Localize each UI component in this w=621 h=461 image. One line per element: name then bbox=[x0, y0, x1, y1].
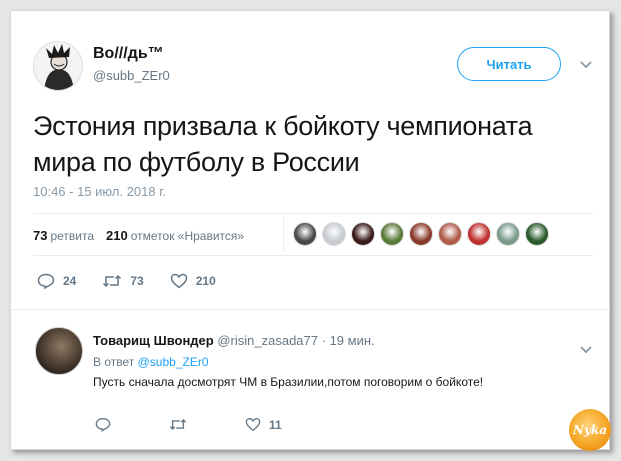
like-count: 210 bbox=[195, 274, 216, 288]
retweets-stat[interactable]: 73 ретвита bbox=[33, 228, 94, 243]
reply-avatar[interactable] bbox=[35, 327, 83, 375]
reply-count: 24 bbox=[63, 274, 77, 288]
like-button[interactable]: 11 bbox=[245, 417, 282, 432]
reply-actions: 11 bbox=[95, 417, 332, 432]
reply-icon bbox=[95, 418, 111, 432]
divider bbox=[283, 216, 284, 252]
reply-icon bbox=[37, 273, 55, 289]
engagement-stats: 73 ретвита 210 отметок «Нравится» bbox=[33, 224, 256, 246]
liker-avatar[interactable] bbox=[409, 222, 433, 246]
reply-tweet[interactable]: Товарищ Швондер @risin_zasada77 · 19 мин… bbox=[11, 309, 609, 449]
divider bbox=[33, 213, 593, 214]
reply-author-name[interactable]: Товарищ Швондер bbox=[93, 333, 214, 348]
liker-avatar[interactable] bbox=[293, 222, 317, 246]
liker-avatar[interactable] bbox=[351, 222, 375, 246]
heart-icon bbox=[245, 418, 261, 432]
in-reply-to: В ответ @subb_ZEr0 bbox=[93, 355, 209, 369]
follow-button[interactable]: Читать bbox=[457, 47, 561, 81]
author-handle[interactable]: @subb_ZEr0 bbox=[93, 68, 170, 83]
likes-stat[interactable]: 210 отметок «Нравится» bbox=[106, 228, 244, 243]
reply-button[interactable] bbox=[95, 417, 119, 432]
reply-time[interactable]: · 19 мин. bbox=[322, 333, 375, 348]
chevron-down-icon[interactable] bbox=[579, 60, 593, 70]
retweet-icon bbox=[103, 274, 122, 288]
likers-avatars bbox=[293, 222, 554, 246]
reply-author-handle[interactable]: @risin_zasada77 bbox=[217, 333, 318, 348]
author-name[interactable]: Во///дь™ bbox=[93, 45, 164, 63]
liker-avatar[interactable] bbox=[525, 222, 549, 246]
heart-icon bbox=[170, 273, 187, 289]
watermark-logo: Nyka bbox=[569, 409, 611, 451]
like-button[interactable]: 210 bbox=[170, 273, 216, 289]
retweet-button[interactable] bbox=[169, 418, 195, 431]
liker-avatar[interactable] bbox=[438, 222, 462, 246]
liker-avatar[interactable] bbox=[467, 222, 491, 246]
retweet-button[interactable]: 73 bbox=[102, 274, 144, 288]
reply-button[interactable]: 24 bbox=[37, 273, 76, 289]
author-avatar[interactable] bbox=[33, 41, 83, 91]
like-count: 11 bbox=[269, 417, 282, 432]
in-reply-handle-link[interactable]: @subb_ZEr0 bbox=[138, 355, 209, 369]
reply-text: Пусть сначала досмотрят ЧМ в Бразилии,по… bbox=[93, 375, 484, 389]
retweet-icon bbox=[169, 419, 187, 430]
reply-header: Товарищ Швондер @risin_zasada77 · 19 мин… bbox=[93, 333, 375, 348]
tweet-card: Во///дь™ @subb_ZEr0 Читать Эстония призв… bbox=[10, 10, 611, 451]
tweet-actions: 24 73 210 bbox=[37, 273, 242, 289]
liker-avatar[interactable] bbox=[496, 222, 520, 246]
tweet-text: Эстония призвала к бойкоту чемпионата ми… bbox=[33, 111, 533, 177]
liker-avatar[interactable] bbox=[322, 222, 346, 246]
chevron-down-icon[interactable] bbox=[579, 345, 593, 355]
divider bbox=[33, 255, 593, 256]
divider bbox=[11, 309, 609, 310]
tweet-timestamp[interactable]: 10:46 - 15 июл. 2018 г. bbox=[33, 184, 166, 199]
retweet-count: 73 bbox=[130, 274, 144, 288]
liker-avatar[interactable] bbox=[380, 222, 404, 246]
